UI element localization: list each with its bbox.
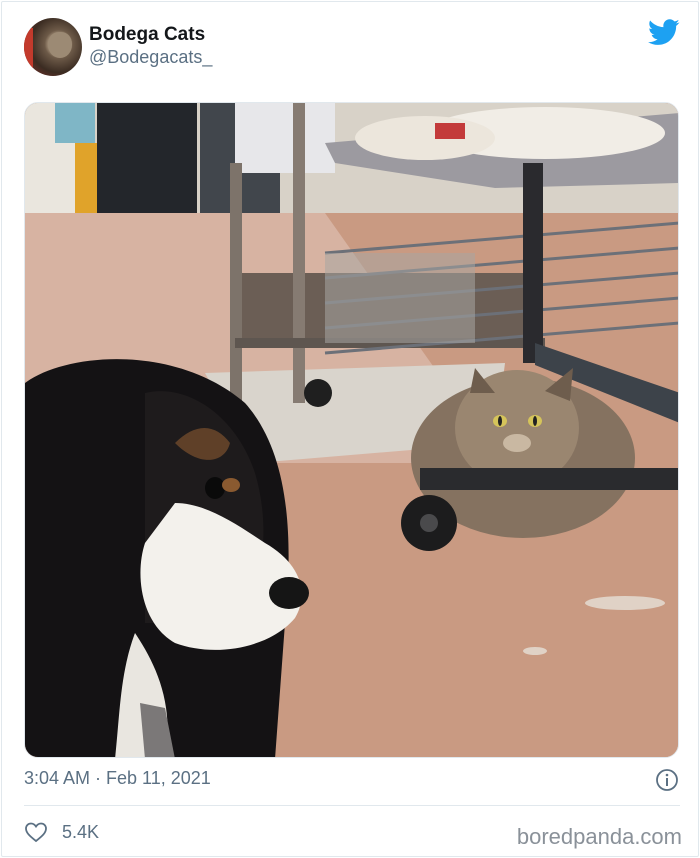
- avatar[interactable]: [24, 18, 82, 76]
- twitter-bird-icon[interactable]: [648, 19, 680, 46]
- tweet-photo[interactable]: [24, 102, 679, 758]
- watermark: boredpanda.com: [516, 824, 682, 849]
- heart-icon[interactable]: [24, 820, 48, 844]
- photo-dog-and-cat: [25, 103, 678, 757]
- avatar-cat-face: [48, 32, 72, 58]
- info-icon[interactable]: [655, 768, 679, 792]
- tweet-card: Bodega Cats @Bodegacats_ 3:04 AM · Feb 1…: [1, 1, 699, 857]
- display-name[interactable]: Bodega Cats: [89, 24, 205, 46]
- avatar-detail: [24, 28, 33, 72]
- user-handle[interactable]: @Bodegacats_: [89, 47, 212, 68]
- tweet-timestamp[interactable]: 3:04 AM · Feb 11, 2021: [24, 768, 211, 789]
- divider: [24, 805, 680, 806]
- like-count[interactable]: 5.4K: [62, 822, 99, 843]
